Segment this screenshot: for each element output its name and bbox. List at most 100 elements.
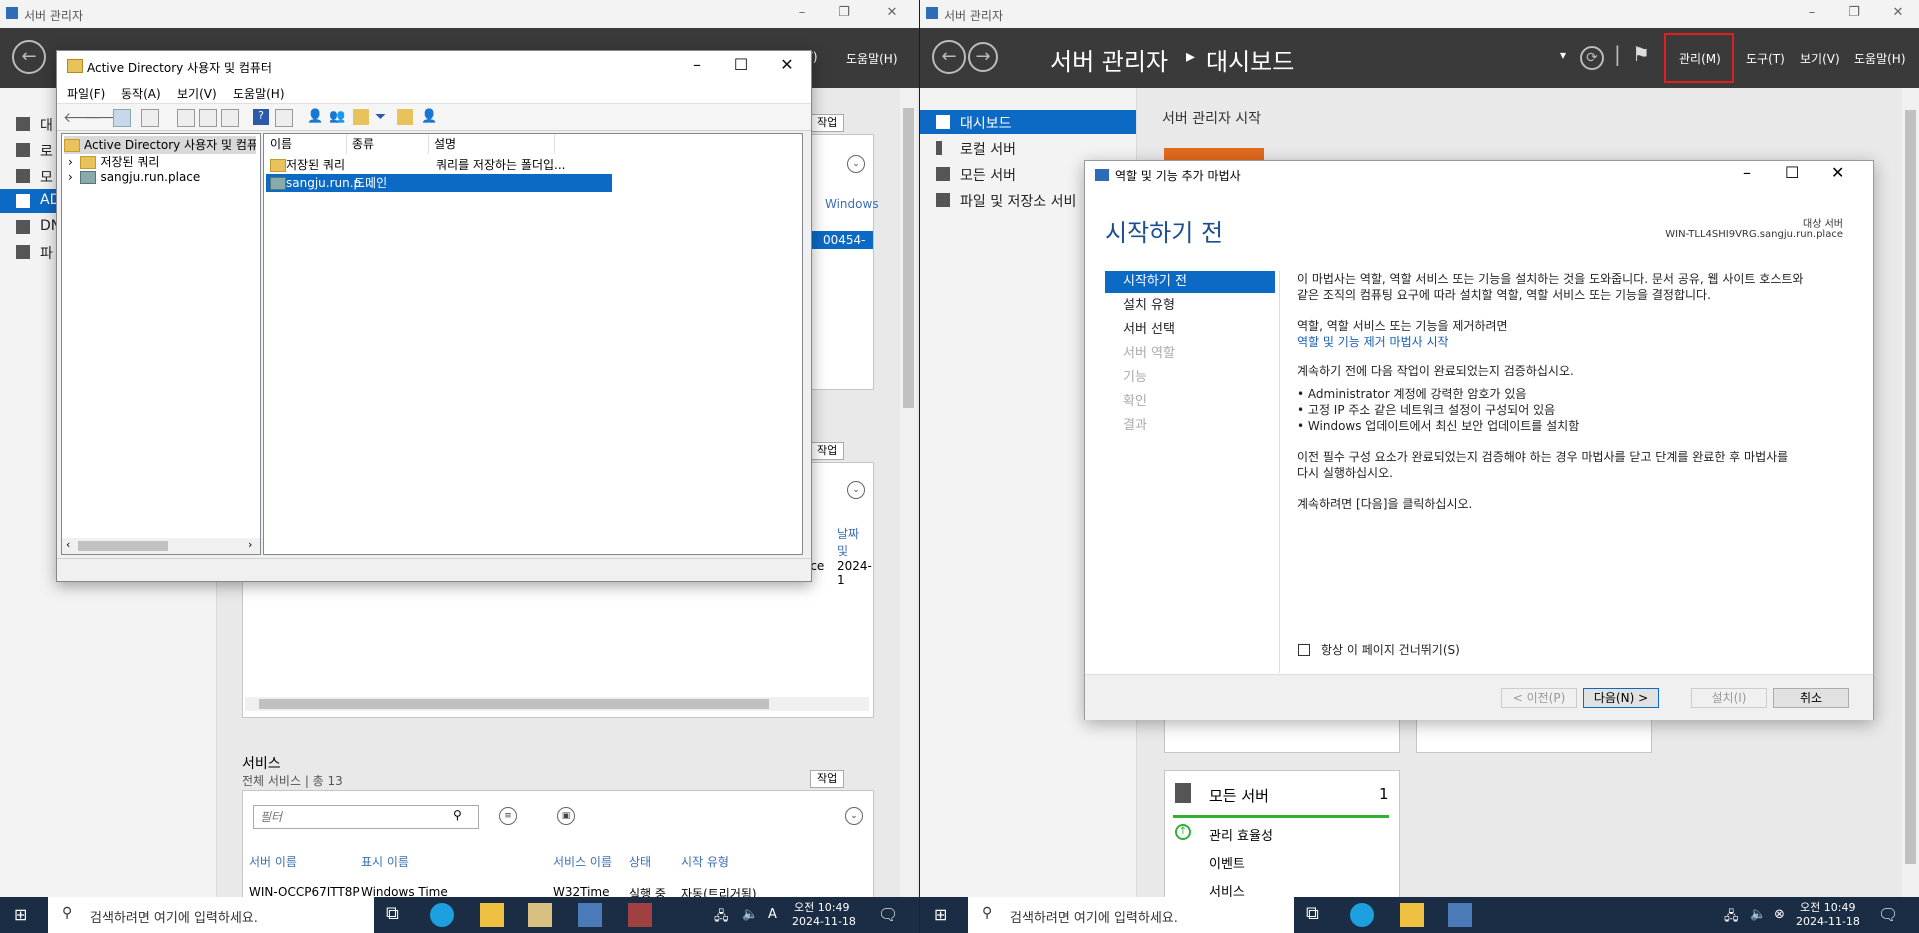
col-type[interactable]: 종류 [346,134,429,154]
menu-help[interactable]: 도움말(H) [1854,50,1906,67]
clock-time[interactable]: 오전 10:49 [794,899,849,915]
find-icon[interactable] [397,109,413,125]
selected-cell[interactable]: 00454-10 [811,231,873,265]
back-icon[interactable]: 🡐 [63,109,101,126]
menu-help[interactable]: 도움말(H) [846,50,898,67]
help-icon[interactable]: ? [253,109,269,125]
search-icon[interactable]: ⚲ [453,808,462,822]
vertical-scrollbar[interactable] [1902,88,1919,897]
col-name[interactable]: 이름 [264,134,347,154]
item-events[interactable]: 이벤트 [1209,853,1245,872]
tree-hscrollbar[interactable]: ‹ › [62,538,260,554]
menu-view[interactable]: 보기(V) [1800,50,1840,67]
close-button[interactable]: ✕ [1886,5,1910,20]
sidebar-item-dashboard[interactable]: 대시보드 [920,110,1136,134]
server-manager-taskbar-icon[interactable] [578,903,602,927]
col-server-name[interactable]: 서버 이름 [249,853,297,870]
flag-icon[interactable]: ⚑ [1632,42,1650,66]
search-box[interactable]: ⚲ 검색하려면 여기에 입력하세요. [968,897,1294,933]
horizontal-scrollbar[interactable] [245,697,869,711]
save-icon[interactable]: ▣ [557,807,575,825]
network-icon[interactable]: 🖧 [714,907,729,929]
scroll-thumb[interactable] [259,699,769,709]
filter-input[interactable] [253,805,479,829]
install-button[interactable]: 설치(I) [1691,688,1767,708]
item-manageability[interactable]: 관리 효율성 [1209,825,1273,844]
notification-icon[interactable]: 🗨 [878,905,898,924]
maximize-button[interactable]: ☐ [721,55,761,74]
expand-icon[interactable]: ⌄ [845,807,863,825]
explorer-icon[interactable] [480,903,504,927]
close-button[interactable]: ✕ [767,55,807,74]
menu-manage[interactable]: 관리(M) [1679,50,1721,67]
item-services[interactable]: 서비스 [1209,881,1245,897]
cancel-button[interactable]: 취소 [1773,688,1849,708]
prev-button[interactable]: < 이전(P) [1501,688,1577,708]
task-view-icon[interactable]: ⧉ [386,903,410,927]
sidebar-item-local[interactable]: 로컬 서버 [920,136,1136,160]
expand-icon[interactable]: ⌄ [847,481,865,499]
explorer-icon[interactable] [1400,903,1424,927]
search-box[interactable]: ⚲ 검색하려면 여기에 입력하세요. [48,897,374,933]
list-item-selected[interactable]: sangju.run.p... 도메인 [266,174,612,192]
tree-domain[interactable]: › sangju.run.place [68,170,200,184]
forward-icon[interactable]: 🡒 [83,109,121,126]
menu-tools[interactable]: 도구(T) [1746,50,1785,67]
clock-time[interactable]: 오전 10:49 [1800,899,1855,915]
scroll-thumb[interactable] [903,108,914,408]
expand-chevron-icon[interactable]: › [68,170,73,184]
user-icon[interactable]: 👤 [307,109,323,125]
back-arrow-icon[interactable]: ← [12,40,46,74]
col-service-name[interactable]: 서비스 이름 [553,853,612,870]
view-icon[interactable] [275,109,293,127]
menu-view[interactable]: 보기(V) [177,85,217,102]
clipboard-icon[interactable] [141,109,159,127]
task-button-3[interactable]: 작업 [810,770,845,788]
step-before-you-begin[interactable]: 시작하기 전 [1105,271,1275,293]
start-icon[interactable]: ⊞ [14,906,32,924]
filter-icon[interactable]: ⏷ [375,109,391,125]
tree-root[interactable]: Active Directory 사용자 및 컴퓨터 [64,136,256,154]
all-servers-tile[interactable]: 모든 서버 1 ↑ 관리 효율성 이벤트 서비스 [1164,770,1400,897]
edge-icon[interactable] [430,903,454,927]
properties-icon[interactable] [177,109,195,127]
delegate-icon[interactable]: 👤 [421,109,437,125]
minimize-button[interactable]: – [1800,5,1824,20]
volume-icon[interactable]: 🔈 [1750,907,1766,922]
maximize-button[interactable]: ☐ [1785,163,1799,182]
close-circle-icon[interactable]: ⊗ [1774,907,1785,922]
minimize-button[interactable]: – [1743,163,1751,182]
col-desc[interactable]: 설명 [428,134,555,154]
forward-arrow-icon[interactable]: → [968,42,998,72]
back-arrow-icon[interactable]: ← [932,40,966,74]
group-icon[interactable]: 👥 [329,109,345,125]
scroll-right-icon[interactable]: › [248,538,252,551]
remove-wizard-link[interactable]: 역할 및 기능 제거 마법사 시작 [1297,334,1449,350]
restore-button[interactable]: ❐ [1842,5,1866,20]
edge-icon[interactable] [1350,903,1374,927]
vertical-scrollbar[interactable] [900,88,917,897]
task-view-icon[interactable]: ⧉ [1306,903,1330,927]
minimize-button[interactable]: – [790,5,814,20]
clock-date[interactable]: 2024-11-18 [1796,915,1860,928]
task-button-2[interactable]: 작업 [810,442,845,460]
step-server-select[interactable]: 서버 선택 [1105,319,1275,341]
console-tree-icon[interactable] [113,109,131,127]
list-item[interactable]: 저장된 쿼리 쿼리를 저장하는 폴더입... [266,156,616,174]
start-icon[interactable]: ⊞ [934,906,952,924]
next-button[interactable]: 다음(N) > [1583,688,1659,708]
ime-indicator[interactable]: A [768,907,777,922]
scroll-left-icon[interactable]: ‹ [66,538,70,551]
menu-file[interactable]: 파일(F) [67,85,105,102]
dropdown-icon[interactable]: ▾ [1560,48,1566,62]
export-icon[interactable] [221,109,239,127]
refresh-icon[interactable] [199,109,217,127]
minimize-button[interactable]: – [677,55,717,74]
tools-taskbar-icon[interactable] [628,903,652,927]
col-display-name[interactable]: 표시 이름 [361,853,409,870]
close-button[interactable]: ✕ [880,5,904,20]
menu-action[interactable]: 동작(A) [121,85,161,102]
col-status[interactable]: 상태 [629,853,651,870]
clock-date[interactable]: 2024-11-18 [792,915,856,928]
network-icon[interactable]: 🖧 [1724,907,1739,929]
